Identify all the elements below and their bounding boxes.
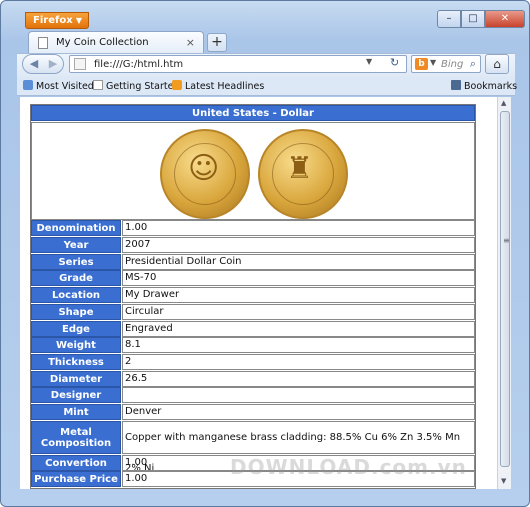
field-row: Mint Denver xyxy=(31,403,475,421)
field-value: 1.00 xyxy=(122,220,475,237)
engine-dropdown-icon[interactable]: ▼ xyxy=(430,58,436,67)
tab-my-coin-collection[interactable]: My Coin Collection × xyxy=(28,31,204,53)
back-arrow-icon[interactable]: ◀ xyxy=(25,56,43,72)
coin-images: ☺ ♜ xyxy=(31,122,475,220)
field-value: Copper with manganese brass cladding: 88… xyxy=(122,420,475,474)
field-value: 2007 xyxy=(122,237,475,254)
forward-arrow-icon[interactable]: ▶ xyxy=(44,56,62,72)
field-value xyxy=(122,387,475,404)
field-row: Designer xyxy=(31,387,475,404)
field-label: Purchase Price xyxy=(31,471,121,488)
field-label: Series xyxy=(31,253,121,270)
home-icon: ⌂ xyxy=(493,57,501,71)
chevron-down-icon: ▼ xyxy=(75,16,82,25)
field-row: Denomination 1.00 xyxy=(31,220,475,237)
field-label: Diameter xyxy=(31,370,121,387)
page-icon xyxy=(93,80,103,90)
field-label: Weight xyxy=(31,337,121,354)
field-value: Presidential Dollar Coin xyxy=(122,253,475,270)
field-label: Designer xyxy=(31,387,121,404)
scroll-up-icon[interactable]: ▲ xyxy=(501,99,506,107)
search-icon[interactable]: ⌕ xyxy=(470,57,476,71)
coin-back-image: ♜ xyxy=(258,129,348,219)
reload-icon[interactable]: ↻ xyxy=(390,56,399,69)
field-label: Convertion Rate xyxy=(31,454,121,485)
field-label: Denomination xyxy=(31,220,121,237)
page-icon xyxy=(38,37,48,49)
bookmarks-menu-button[interactable]: Bookmarks xyxy=(451,80,517,92)
field-label: Grade xyxy=(31,270,121,287)
field-label: Edge xyxy=(31,320,121,337)
field-row: Thickness 2 xyxy=(31,353,475,371)
page-identity-icon[interactable] xyxy=(74,58,86,70)
bookmarks-toolbar: Most Visited Getting Started Latest Head… xyxy=(17,77,517,96)
bookmarks-icon xyxy=(451,80,461,90)
scrollbar-thumb[interactable] xyxy=(500,111,510,467)
coin-details-table: United States - Dollar ☺ ♜ Denomination 1… xyxy=(30,104,476,489)
new-tab-button[interactable]: + xyxy=(207,33,227,52)
watermark: DOWNLOAD.com.vn xyxy=(230,455,467,479)
back-forward-buttons: ◀ ▶ xyxy=(22,54,64,74)
field-label: Location xyxy=(31,287,121,304)
coin-fields: Denomination 1.00 Year 2007 Series Presidenti… xyxy=(31,220,475,488)
grip-icon: ≡ xyxy=(503,236,510,245)
field-label: Shape xyxy=(31,303,121,320)
maximize-button[interactable]: □ xyxy=(461,10,485,28)
firefox-menu-button[interactable]: Firefox ▼ xyxy=(25,12,89,29)
coin-front-image: ☺ xyxy=(160,129,250,219)
most-visited-icon xyxy=(23,80,33,90)
page-content: United States - Dollar ☺ ♜ Denomination 1… xyxy=(20,97,497,489)
rss-feed-icon xyxy=(172,80,182,90)
field-row: Series Presidential Dollar Coin xyxy=(31,253,475,270)
field-value: My Drawer xyxy=(122,287,475,304)
bookmark-getting-started[interactable]: Getting Started xyxy=(93,80,179,92)
field-row: Location My Drawer xyxy=(31,287,475,304)
field-label: Year xyxy=(31,237,121,254)
search-placeholder: Bing xyxy=(441,59,464,70)
coin-title: United States - Dollar xyxy=(31,105,475,121)
field-value: Denver xyxy=(122,403,475,420)
field-value: Engraved xyxy=(122,320,475,337)
address-bar[interactable]: file:///G:/html.htm ▼ ↻ xyxy=(69,55,407,73)
minimize-button[interactable]: – xyxy=(437,10,461,28)
search-box[interactable]: b ▼ Bing ⌕ xyxy=(411,55,481,73)
field-row: Weight 8.1 xyxy=(31,337,475,354)
field-value: 2 xyxy=(122,353,475,370)
field-row: Year 2007 xyxy=(31,237,475,254)
field-value: 26.5 xyxy=(122,370,475,387)
home-button[interactable]: ⌂ xyxy=(485,54,509,74)
close-window-button[interactable]: ✕ xyxy=(485,10,525,28)
field-value: 8.1 xyxy=(122,337,475,354)
field-row: Edge Engraved xyxy=(31,320,475,337)
vertical-scrollbar[interactable]: ▲ ≡ ▼ xyxy=(497,97,511,489)
url-text: file:///G:/html.htm xyxy=(94,59,184,70)
browser-window: Firefox ▼ – □ ✕ My Coin Collection × + ◀ … xyxy=(0,0,530,507)
field-label: Metal Composition xyxy=(31,420,121,454)
field-row: Grade MS-70 xyxy=(31,270,475,287)
field-value: MS-70 xyxy=(122,270,475,287)
bing-engine-icon[interactable]: b xyxy=(415,58,428,70)
scroll-down-icon[interactable]: ▼ xyxy=(501,477,506,485)
history-dropdown-icon[interactable]: ▼ xyxy=(366,57,372,66)
field-value: Circular xyxy=(122,303,475,320)
bookmark-most-visited[interactable]: Most Visited xyxy=(23,80,94,92)
field-label: Mint xyxy=(31,403,121,420)
field-row: Diameter 26.5 xyxy=(31,370,475,387)
close-tab-icon[interactable]: × xyxy=(186,36,195,49)
field-label: Thickness xyxy=(31,353,121,370)
field-row: Shape Circular xyxy=(31,303,475,320)
tab-title: My Coin Collection xyxy=(56,37,149,48)
bookmark-latest-headlines[interactable]: Latest Headlines xyxy=(172,80,264,92)
field-row: Metal Composition Copper with manganese b… xyxy=(31,420,475,474)
